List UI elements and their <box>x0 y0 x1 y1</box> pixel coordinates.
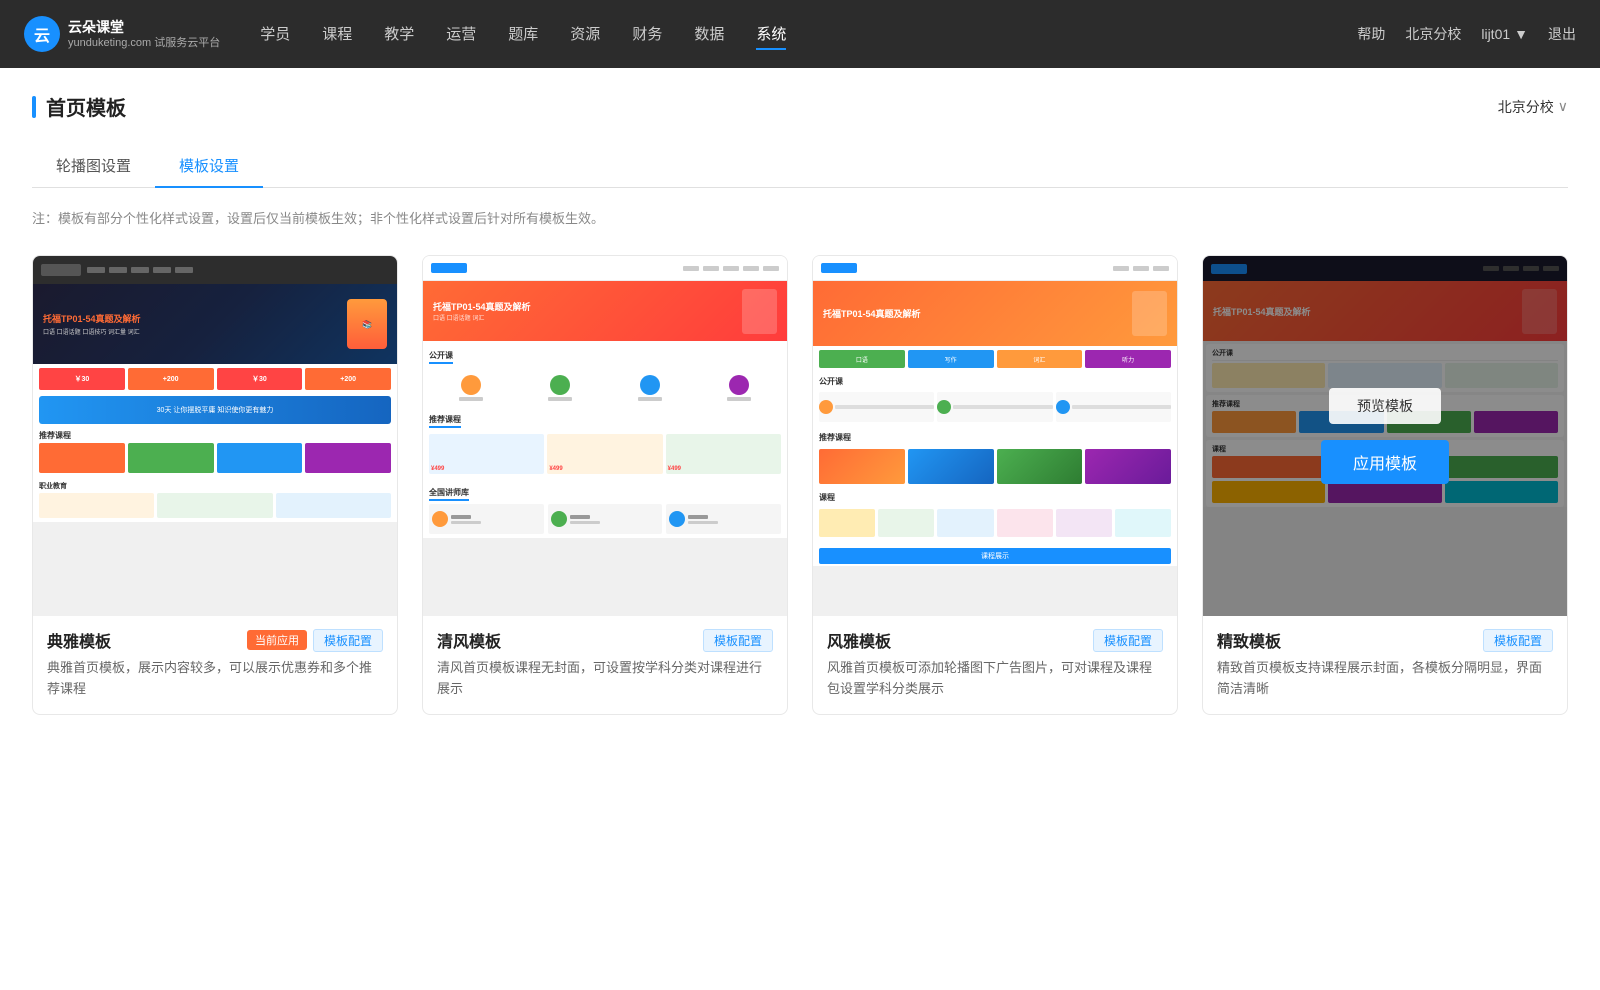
nav-item-teaching[interactable]: 教学 <box>384 19 414 50</box>
template-preview-fengya: 托福TP01-54真题及解析 口语 写作 词汇 听力 公开课 <box>813 256 1177 616</box>
user-menu[interactable]: lijt01 ▼ <box>1481 26 1528 42</box>
template-info-fengya: 风雅模板 模板配置 风雅首页模板可添加轮播图下广告图片，可对课程及课程包设置学科… <box>813 616 1177 714</box>
page-header: 首页模板 北京分校 ∨ <box>32 92 1568 121</box>
template-desc-dianiya: 典雅首页模板，展示内容较多，可以展示优惠券和多个推荐课程 <box>47 658 383 700</box>
page-title-wrap: 首页模板 <box>32 92 126 121</box>
template-grid: 托福TP01-54真题及解析 口语 口语话题 口语技巧 词汇量 词汇 📚 ￥30… <box>32 255 1568 715</box>
nav-menu: 学员 课程 教学 运营 题库 资源 财务 数据 系统 <box>260 19 1357 50</box>
page-title: 首页模板 <box>46 92 126 121</box>
tab-template[interactable]: 模板设置 <box>155 145 263 188</box>
template-desc-qingfeng: 清风首页模板课程无封面，可设置按学科分类对课程进行展示 <box>437 658 773 700</box>
template-card-jingzhi: 托福TP01-54真题及解析 公开课 推荐课程 <box>1202 255 1568 715</box>
tab-bar: 轮播图设置 模板设置 <box>32 145 1568 188</box>
template-badges-dianiya: 当前应用 模板配置 <box>247 629 383 652</box>
template-preview-jingzhi: 托福TP01-54真题及解析 公开课 推荐课程 <box>1203 256 1567 616</box>
logo[interactable]: 云 云朵课堂 yunduketing.com 试服务云平台 <box>24 16 220 52</box>
template-name-qingfeng: 清风模板 <box>437 628 501 652</box>
template-name-fengya: 风雅模板 <box>827 628 891 652</box>
badge-current-dianiya: 当前应用 <box>247 630 307 650</box>
nav-item-resources[interactable]: 资源 <box>570 19 600 50</box>
badge-config-dianiya[interactable]: 模板配置 <box>313 629 383 652</box>
badge-config-jingzhi[interactable]: 模板配置 <box>1483 629 1553 652</box>
apply-template-button[interactable]: 应用模板 <box>1321 440 1449 484</box>
template-card-fengya: 托福TP01-54真题及解析 口语 写作 词汇 听力 公开课 <box>812 255 1178 715</box>
tab-carousel[interactable]: 轮播图设置 <box>32 145 155 188</box>
template-info-jingzhi: 精致模板 模板配置 精致首页模板支持课程展示封面，各模板分隔明显，界面简洁清晰 <box>1203 616 1567 714</box>
help-link[interactable]: 帮助 <box>1357 24 1385 44</box>
nav-right: 帮助 北京分校 lijt01 ▼ 退出 <box>1357 24 1576 44</box>
school-link[interactable]: 北京分校 <box>1405 24 1461 44</box>
badge-config-qingfeng[interactable]: 模板配置 <box>703 629 773 652</box>
logo-text: 云朵课堂 yunduketing.com 试服务云平台 <box>68 18 220 50</box>
nav-item-system[interactable]: 系统 <box>756 19 786 50</box>
template-desc-fengya: 风雅首页模板可添加轮播图下广告图片，可对课程及课程包设置学科分类展示 <box>827 658 1163 700</box>
template-name-row-fengya: 风雅模板 模板配置 <box>827 628 1163 652</box>
template-badges-fengya: 模板配置 <box>1093 629 1163 652</box>
page-title-bar <box>32 96 36 118</box>
navbar: 云 云朵课堂 yunduketing.com 试服务云平台 学员 课程 教学 运… <box>0 0 1600 68</box>
template-info-dianiya: 典雅模板 当前应用 模板配置 典雅首页模板，展示内容较多，可以展示优惠券和多个推… <box>33 616 397 714</box>
template-name-dianiya: 典雅模板 <box>47 628 111 652</box>
template-preview-dianiya: 托福TP01-54真题及解析 口语 口语话题 口语技巧 词汇量 词汇 📚 ￥30… <box>33 256 397 616</box>
template-card-dianiya: 托福TP01-54真题及解析 口语 口语话题 口语技巧 词汇量 词汇 📚 ￥30… <box>32 255 398 715</box>
nav-item-finance[interactable]: 财务 <box>632 19 662 50</box>
nav-item-questions[interactable]: 题库 <box>508 19 538 50</box>
template-name-row-jingzhi: 精致模板 模板配置 <box>1217 628 1553 652</box>
template-name-row-qingfeng: 清风模板 模板配置 <box>437 628 773 652</box>
template-name-row-dianiya: 典雅模板 当前应用 模板配置 <box>47 628 383 652</box>
page-content: 首页模板 北京分校 ∨ 轮播图设置 模板设置 注：模板有部分个性化样式设置，设置… <box>0 68 1600 990</box>
nav-item-data[interactable]: 数据 <box>694 19 724 50</box>
template-card-qingfeng: 托福TP01-54真题及解析 口语 口语话题 词汇 公开课 <box>422 255 788 715</box>
preview-template-button[interactable]: 预览模板 <box>1329 388 1441 424</box>
note-text: 注：模板有部分个性化样式设置，设置后仅当前模板生效；非个性化样式设置后针对所有模… <box>32 208 1568 227</box>
nav-item-courses[interactable]: 课程 <box>322 19 352 50</box>
template-preview-qingfeng: 托福TP01-54真题及解析 口语 口语话题 词汇 公开课 <box>423 256 787 616</box>
logout-button[interactable]: 退出 <box>1548 24 1576 44</box>
template-overlay-jingzhi: 预览模板 应用模板 <box>1203 256 1567 616</box>
template-info-qingfeng: 清风模板 模板配置 清风首页模板课程无封面，可设置按学科分类对课程进行展示 <box>423 616 787 714</box>
school-selector[interactable]: 北京分校 ∨ <box>1498 97 1568 117</box>
template-desc-jingzhi: 精致首页模板支持课程展示封面，各模板分隔明显，界面简洁清晰 <box>1217 658 1553 700</box>
badge-config-fengya[interactable]: 模板配置 <box>1093 629 1163 652</box>
template-badges-qingfeng: 模板配置 <box>703 629 773 652</box>
template-badges-jingzhi: 模板配置 <box>1483 629 1553 652</box>
template-name-jingzhi: 精致模板 <box>1217 628 1281 652</box>
logo-icon: 云 <box>24 16 60 52</box>
nav-item-students[interactable]: 学员 <box>260 19 290 50</box>
chevron-down-icon: ∨ <box>1558 98 1568 115</box>
nav-item-operations[interactable]: 运营 <box>446 19 476 50</box>
